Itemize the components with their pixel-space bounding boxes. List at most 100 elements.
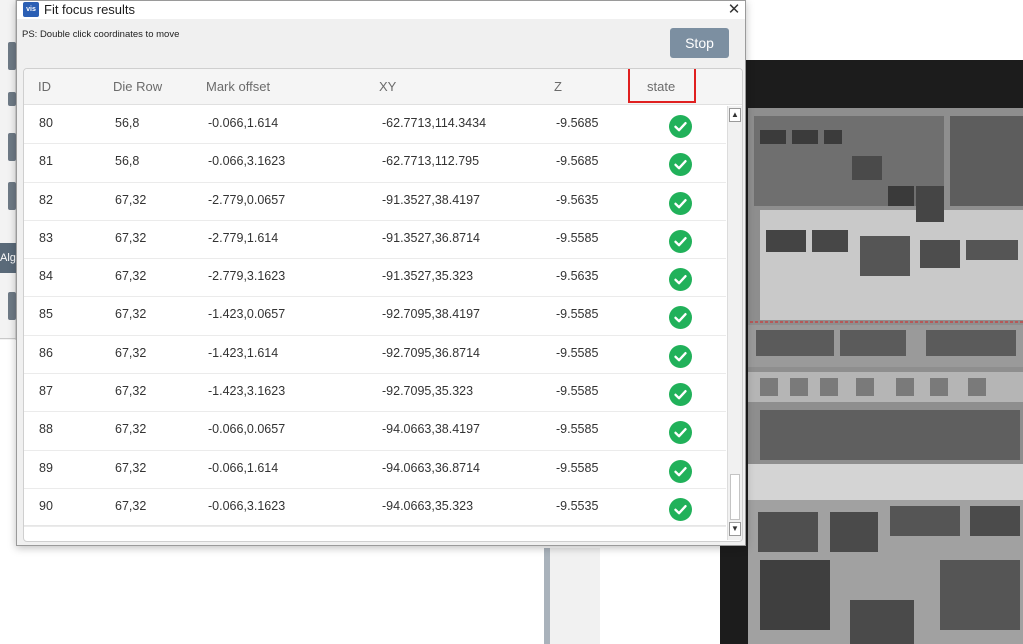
fit-focus-results-dialog: vis Fit focus results ✕ PS: Double click…: [16, 0, 746, 546]
check-circle-icon: [669, 229, 692, 253]
cell-z: -9.5585: [556, 422, 599, 437]
check-circle-icon: [669, 115, 692, 138]
column-header-z[interactable]: Z: [554, 79, 562, 94]
cell-id: 81: [39, 154, 53, 169]
table-vertical-scrollbar[interactable]: ▲ ▼: [727, 106, 742, 540]
table-row[interactable]: 85 67,32 -1.423,0.0657 -92.7095,38.4197 …: [24, 297, 726, 336]
cell-id: 87: [39, 384, 53, 399]
check-circle-icon: [669, 268, 692, 292]
background-panel-button[interactable]: [8, 92, 16, 106]
cell-z: -9.5685: [556, 154, 599, 169]
check-circle-icon: [669, 306, 692, 330]
cell-xy-coordinate[interactable]: -92.7095,35.323: [382, 384, 473, 398]
cell-xy-coordinate[interactable]: -94.0663,35.323: [382, 499, 473, 513]
check-circle-icon: [669, 344, 692, 368]
column-header-id[interactable]: ID: [38, 79, 51, 94]
die-micrograph: [720, 60, 1023, 644]
scroll-down-icon[interactable]: ▼: [729, 522, 741, 536]
hint-text: PS: Double click coordinates to move: [22, 29, 180, 40]
cell-id: 82: [39, 192, 53, 207]
table-row[interactable]: 81 56,8 -0.066,3.1623 -62.7713,112.795 -…: [24, 144, 726, 183]
cell-xy-coordinate[interactable]: -94.0663,36.8714: [382, 461, 480, 475]
cell-mark-offset: -1.423,0.0657: [208, 307, 286, 322]
background-alg-tab[interactable]: Alg: [0, 243, 16, 273]
cell-die-row: 67,32: [115, 498, 147, 513]
cell-mark-offset: -0.066,1.614: [208, 116, 279, 130]
die-image-view[interactable]: [720, 60, 1023, 644]
cell-z: -9.5585: [556, 384, 599, 399]
state-column-highlight: [628, 69, 696, 103]
table-row[interactable]: 80 56,8 -0.066,1.614 -62.7713,114.3434 -…: [24, 106, 726, 145]
table-row[interactable]: 84 67,32 -2.779,3.1623 -91.3527,35.323 -…: [24, 259, 726, 298]
cell-mark-offset: -1.423,3.1623: [208, 384, 286, 399]
scrollbar-thumb[interactable]: [730, 474, 740, 520]
cell-mark-offset: -2.779,1.614: [208, 230, 279, 245]
table-row[interactable]: 90 67,32 -0.066,3.1623 -94.0663,35.323 -…: [24, 489, 726, 528]
cell-id: 90: [39, 498, 53, 513]
cell-die-row: 67,32: [115, 345, 147, 360]
stop-button[interactable]: Stop: [670, 28, 729, 58]
check-circle-icon: [669, 497, 692, 521]
cell-xy-coordinate[interactable]: -91.3527,36.8714: [382, 231, 480, 245]
results-table: ID Die Row Mark offset XY Z state 80 56,…: [23, 68, 743, 542]
cell-die-row: 67,32: [115, 192, 147, 207]
cell-z: -9.5535: [556, 498, 599, 513]
table-bottom-divider: [24, 525, 726, 526]
cell-id: 83: [39, 230, 53, 245]
cell-mark-offset: -2.779,0.0657: [208, 192, 286, 207]
cell-id: 89: [39, 460, 53, 475]
check-circle-icon: [669, 421, 692, 445]
column-header-die-row[interactable]: Die Row: [113, 79, 162, 94]
cell-die-row: 67,32: [115, 460, 147, 475]
check-circle-icon: [669, 191, 692, 215]
cell-xy-coordinate[interactable]: -92.7095,38.4197: [382, 307, 480, 321]
table-row[interactable]: 83 67,32 -2.779,1.614 -91.3527,36.8714 -…: [24, 221, 726, 260]
cell-xy-coordinate[interactable]: -92.7095,36.8714: [382, 346, 480, 360]
cell-z: -9.5635: [556, 269, 599, 284]
table-row[interactable]: 88 67,32 -0.066,0.0657 -94.0663,38.4197 …: [24, 412, 726, 451]
cell-xy-coordinate[interactable]: -62.7713,114.3434: [382, 116, 486, 130]
background-alg-tab-label: Alg: [0, 252, 16, 264]
table-body: 80 56,8 -0.066,1.614 -62.7713,114.3434 -…: [24, 106, 726, 528]
cell-id: 88: [39, 422, 53, 437]
cell-id: 80: [39, 116, 53, 130]
cell-xy-coordinate[interactable]: -91.3527,35.323: [382, 269, 473, 283]
check-circle-icon: [669, 153, 692, 177]
app-icon: vis: [23, 2, 39, 17]
background-scrollbar[interactable]: [544, 548, 600, 644]
cell-die-row: 67,32: [115, 269, 147, 284]
cell-die-row: 56,8: [115, 116, 140, 130]
dialog-title: Fit focus results: [44, 2, 136, 17]
cell-mark-offset: -0.066,3.1623: [208, 154, 286, 169]
table-row[interactable]: 82 67,32 -2.779,0.0657 -91.3527,38.4197 …: [24, 183, 726, 221]
table-header: ID Die Row Mark offset XY Z state: [24, 69, 742, 105]
table-row[interactable]: 86 67,32 -1.423,1.614 -92.7095,36.8714 -…: [24, 336, 726, 375]
table-row[interactable]: 87 67,32 -1.423,3.1623 -92.7095,35.323 -…: [24, 374, 726, 413]
column-header-mark-offset[interactable]: Mark offset: [206, 79, 270, 94]
background-panel-button[interactable]: [8, 42, 16, 70]
dialog-titlebar[interactable]: vis Fit focus results ✕: [17, 1, 745, 19]
column-header-xy[interactable]: XY: [379, 79, 396, 94]
cell-die-row: 67,32: [115, 307, 147, 322]
cell-z: -9.5585: [556, 230, 599, 245]
cell-z: -9.5585: [556, 345, 599, 360]
background-divider: [0, 338, 16, 339]
cell-z: -9.5685: [556, 116, 599, 130]
cell-z: -9.5585: [556, 307, 599, 322]
cell-die-row: 56,8: [115, 154, 140, 169]
background-panel-button[interactable]: [8, 292, 16, 320]
cell-xy-coordinate[interactable]: -91.3527,38.4197: [382, 193, 480, 207]
cell-mark-offset: -0.066,3.1623: [208, 498, 286, 513]
table-row[interactable]: 89 67,32 -0.066,1.614 -94.0663,36.8714 -…: [24, 451, 726, 489]
background-panel-button[interactable]: [8, 133, 16, 161]
scroll-up-icon[interactable]: ▲: [729, 108, 741, 122]
cell-id: 86: [39, 345, 53, 360]
check-circle-icon: [669, 383, 692, 407]
cell-die-row: 67,32: [115, 422, 147, 437]
cell-mark-offset: -2.779,3.1623: [208, 269, 286, 284]
background-panel-button[interactable]: [8, 182, 16, 210]
cell-xy-coordinate[interactable]: -94.0663,38.4197: [382, 422, 480, 436]
close-button[interactable]: ✕: [723, 1, 745, 19]
cell-mark-offset: -0.066,0.0657: [208, 422, 286, 437]
cell-xy-coordinate[interactable]: -62.7713,112.795: [382, 154, 479, 168]
